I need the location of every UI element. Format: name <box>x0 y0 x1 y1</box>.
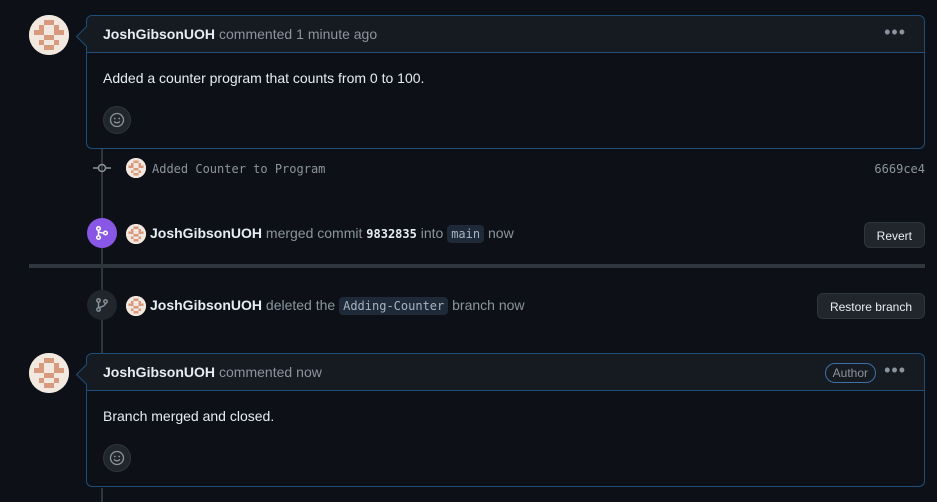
merge-commit-sha[interactable]: 9832835 <box>366 227 417 241</box>
delete-action: deleted the <box>265 297 336 313</box>
comment-author[interactable]: JoshGibsonUOH <box>103 26 215 42</box>
merged-badge <box>87 218 117 248</box>
merge-time[interactable]: now <box>488 225 514 241</box>
timeline-divider <box>29 264 925 268</box>
author-badge: Author <box>824 363 876 383</box>
add-reaction-button[interactable] <box>103 106 131 134</box>
delete-time[interactable]: now <box>499 297 525 313</box>
add-reaction-button[interactable] <box>103 444 131 472</box>
comment-header: JoshGibsonUOH commented now Author ••• <box>87 354 924 391</box>
commit-message[interactable]: Added Counter to Program <box>152 162 325 176</box>
branch-deleted-event: JoshGibsonUOH deleted the Adding-Counter… <box>0 290 937 322</box>
comment-time[interactable]: 1 minute ago <box>296 26 377 42</box>
kebab-icon[interactable]: ••• <box>884 23 906 41</box>
merge-target-branch[interactable]: main <box>447 225 485 243</box>
merge-into: into <box>420 225 444 241</box>
comment-header: JoshGibsonUOH commented 1 minute ago ••• <box>87 16 924 53</box>
merge-event: JoshGibsonUOH merged commit 9832835 into… <box>0 218 937 250</box>
merge-action: merged commit <box>265 225 363 241</box>
restore-branch-button[interactable]: Restore branch <box>816 293 925 319</box>
smiley-icon <box>109 450 125 466</box>
avatar[interactable] <box>126 224 146 244</box>
avatar[interactable] <box>29 15 69 55</box>
comment-author[interactable]: JoshGibsonUOH <box>103 364 215 380</box>
revert-button[interactable]: Revert <box>863 222 925 248</box>
comment-time[interactable]: now <box>296 364 322 380</box>
deleted-branch-name: Adding-Counter <box>339 297 449 315</box>
smiley-icon <box>109 112 125 128</box>
comment-body: Branch merged and closed. <box>103 408 275 424</box>
branch-badge <box>87 290 117 320</box>
avatar[interactable] <box>29 353 69 393</box>
kebab-icon[interactable]: ••• <box>884 361 906 379</box>
delete-suffix: branch <box>452 297 495 313</box>
branch-icon <box>96 298 108 312</box>
commit-event: Added Counter to Program 6669ce4 <box>0 156 937 182</box>
comment-body: Added a counter program that counts from… <box>103 70 425 86</box>
merge-icon <box>95 225 109 241</box>
comment-action: commented <box>219 364 293 380</box>
comment-action: commented <box>219 26 293 42</box>
merge-author[interactable]: JoshGibsonUOH <box>150 225 262 241</box>
delete-author[interactable]: JoshGibsonUOH <box>150 297 262 313</box>
timeline-line <box>101 488 103 502</box>
commit-sha[interactable]: 6669ce4 <box>874 162 925 176</box>
avatar[interactable] <box>126 158 146 178</box>
avatar[interactable] <box>126 296 146 316</box>
comment-card: JoshGibsonUOH commented 1 minute ago •••… <box>86 15 925 149</box>
comment-card: JoshGibsonUOH commented now Author ••• B… <box>86 353 925 487</box>
commit-icon <box>93 163 111 173</box>
